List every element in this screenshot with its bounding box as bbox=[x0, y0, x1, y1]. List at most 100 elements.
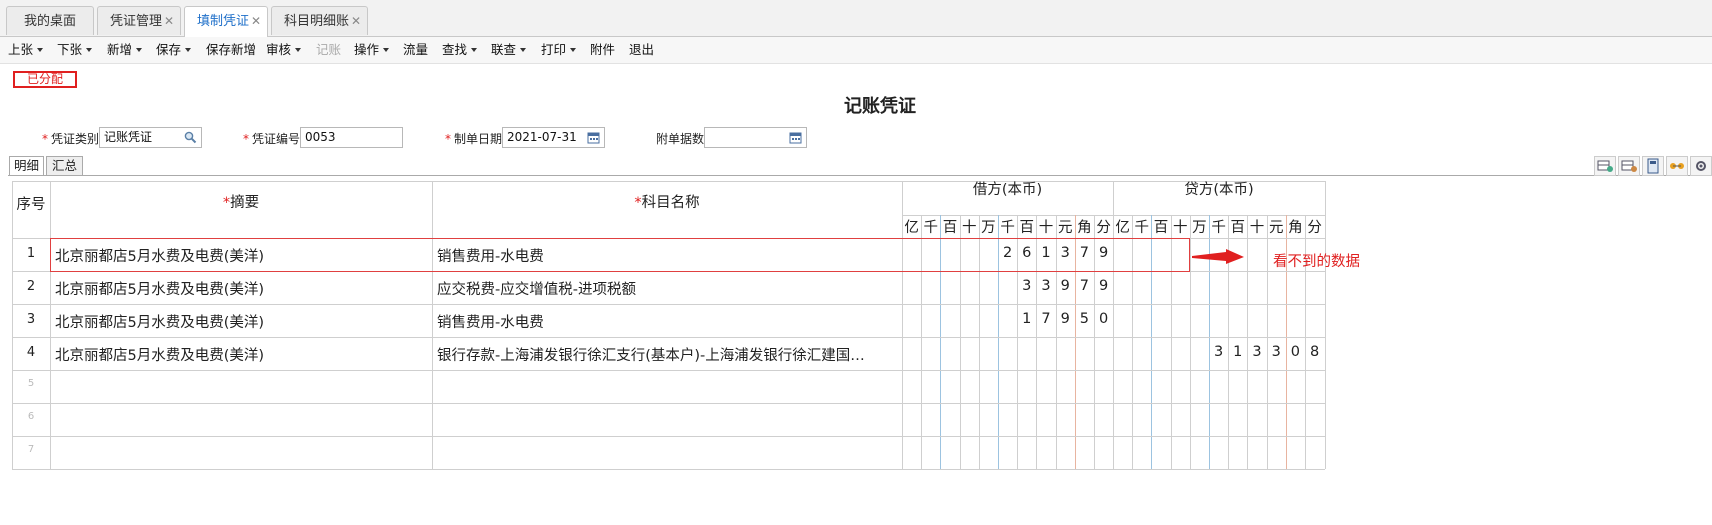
settings-icon[interactable] bbox=[1690, 156, 1712, 176]
row-number: 7 bbox=[27, 444, 35, 455]
tab-label: 凭证管理 bbox=[110, 14, 163, 29]
audit-button[interactable]: 审核 bbox=[266, 37, 302, 63]
post-button[interactable]: 记账 bbox=[316, 37, 341, 63]
account-cell: 销售费用-水电费 bbox=[437, 315, 544, 331]
amount-unit-header: 角 bbox=[1077, 220, 1092, 236]
amount-unit-header: 分 bbox=[1307, 220, 1322, 236]
close-icon[interactable]: ✕ bbox=[162, 7, 176, 36]
save-button[interactable]: 保存 bbox=[156, 37, 192, 63]
balance-icon[interactable] bbox=[1666, 156, 1688, 176]
new-button[interactable]: 新增 bbox=[107, 37, 143, 63]
delete-row-icon[interactable] bbox=[1618, 156, 1640, 176]
summary-cell: 北京丽都店5月水费及电费(美洋) bbox=[55, 315, 265, 331]
search-icon[interactable] bbox=[184, 131, 197, 144]
amount-unit-header: 百 bbox=[1230, 220, 1246, 236]
subtab-summary[interactable]: 汇总 bbox=[46, 156, 83, 175]
caret-down-icon bbox=[86, 48, 93, 52]
row-number: 6 bbox=[27, 411, 35, 422]
close-icon[interactable]: ✕ bbox=[249, 7, 263, 36]
amount-unit-header: 十 bbox=[1172, 220, 1188, 236]
calendar-icon[interactable] bbox=[587, 131, 600, 144]
amount-unit-header: 元 bbox=[1057, 220, 1073, 236]
amount-digit: 9 bbox=[1098, 278, 1109, 294]
tab-label: 填制凭证 bbox=[197, 14, 250, 29]
amount-unit-header: 亿 bbox=[1115, 220, 1130, 236]
tab-fill-voucher[interactable]: 填制凭证 ✕ bbox=[184, 6, 268, 37]
flow-button[interactable]: 流量 bbox=[403, 37, 428, 63]
highlight-box bbox=[50, 238, 1190, 272]
attachment-button[interactable]: 附件 bbox=[590, 37, 615, 63]
number-field[interactable]: 0053 bbox=[300, 127, 403, 148]
amount-digit: 3 bbox=[1041, 278, 1051, 294]
grid-toolbar bbox=[1594, 156, 1712, 176]
subtab-detail[interactable]: 明细 bbox=[9, 156, 44, 175]
amount-digit: 3 bbox=[1213, 344, 1224, 360]
summary-cell: 北京丽都店5月水费及电费(美洋) bbox=[55, 282, 265, 298]
date-label: * 制单日期 bbox=[445, 132, 503, 146]
caret-down-icon bbox=[471, 48, 478, 52]
account-cell: 应交税费-应交增值税-进项税额 bbox=[437, 282, 636, 298]
amount-unit-header: 万 bbox=[1192, 220, 1207, 236]
close-icon[interactable]: ✕ bbox=[349, 7, 363, 36]
amount-unit-header: 角 bbox=[1288, 220, 1303, 236]
linked-query-button[interactable]: 联查 bbox=[491, 37, 527, 63]
operate-button[interactable]: 操作 bbox=[354, 37, 390, 63]
amount-unit-header: 元 bbox=[1268, 220, 1284, 236]
tab-label: 我的桌面 bbox=[23, 14, 76, 29]
amount-unit-header: 十 bbox=[961, 220, 977, 236]
date-field[interactable]: 2021-07-31 bbox=[502, 127, 605, 148]
amount-unit-header: 百 bbox=[942, 220, 958, 236]
amount-unit-header: 千 bbox=[1211, 220, 1226, 236]
debit-header: 借方(本币) bbox=[972, 182, 1043, 198]
arrow-right-icon bbox=[1192, 249, 1244, 264]
amount-unit-header: 百 bbox=[1153, 220, 1169, 236]
caret-down-icon bbox=[136, 48, 143, 52]
amount-digit: 3 bbox=[1252, 344, 1262, 360]
toolbar: 上张 下张 新增 保存 保存新增 审核 记账 操作 流量 查找 联查 打印 附件… bbox=[0, 37, 1712, 64]
calendar-icon[interactable] bbox=[789, 131, 802, 144]
print-button[interactable]: 打印 bbox=[541, 37, 577, 63]
account-cell: 银行存款-上海浦发银行徐汇支行(基本户)-上海浦发银行徐汇建国… bbox=[437, 348, 865, 364]
amount-digit: 7 bbox=[1079, 278, 1089, 294]
tab-my-desktop[interactable]: 我的桌面 bbox=[6, 6, 94, 35]
calculator-icon[interactable] bbox=[1642, 156, 1664, 176]
prev-button[interactable]: 上张 bbox=[8, 37, 44, 63]
amount-unit-header: 千 bbox=[923, 220, 939, 236]
subtab-divider bbox=[8, 175, 1712, 176]
save-and-new-button[interactable]: 保存新增 bbox=[206, 37, 256, 63]
annotation-text: 看不到的数据 bbox=[1273, 254, 1360, 270]
attachment-count-label: 附单据数 bbox=[656, 132, 705, 146]
amount-digit: 1 bbox=[1022, 311, 1032, 327]
seq-header: 序号 bbox=[16, 197, 46, 213]
caret-down-icon bbox=[520, 48, 527, 52]
next-button[interactable]: 下张 bbox=[57, 37, 93, 63]
amount-digit: 0 bbox=[1290, 344, 1300, 360]
amount-digit: 1 bbox=[1233, 344, 1243, 360]
amount-unit-header: 百 bbox=[1019, 220, 1035, 236]
status-badge: 已分配 bbox=[13, 71, 77, 88]
caret-down-icon bbox=[37, 48, 44, 52]
row-number: 3 bbox=[26, 312, 36, 327]
amount-unit-header: 亿 bbox=[904, 220, 919, 236]
voucher-title: 记账凭证 bbox=[844, 96, 916, 117]
tab-voucher-management[interactable]: 凭证管理 ✕ bbox=[97, 6, 181, 35]
insert-row-icon[interactable] bbox=[1594, 156, 1616, 176]
amount-unit-header: 十 bbox=[1038, 220, 1054, 236]
category-field[interactable]: 记账凭证 bbox=[99, 127, 202, 148]
tab-account-detail-ledger[interactable]: 科目明细账 ✕ bbox=[271, 6, 368, 35]
row-number: 1 bbox=[26, 246, 36, 261]
caret-down-icon bbox=[295, 48, 302, 52]
row-number: 5 bbox=[27, 378, 35, 389]
exit-button[interactable]: 退出 bbox=[629, 37, 654, 63]
amount-digit: 3 bbox=[1271, 344, 1281, 360]
category-label: * 凭证类别 bbox=[42, 132, 100, 146]
amount-digit: 9 bbox=[1060, 278, 1070, 294]
number-label: * 凭证编号 bbox=[243, 132, 301, 146]
attachment-count-field[interactable] bbox=[704, 127, 807, 148]
account-header: *科目名称 bbox=[634, 195, 700, 211]
tab-bar: 我的桌面 凭证管理 ✕ 填制凭证 ✕ 科目明细账 ✕ bbox=[0, 0, 1712, 37]
amount-digit: 0 bbox=[1098, 311, 1109, 327]
row-number: 2 bbox=[26, 279, 36, 294]
find-button[interactable]: 查找 bbox=[442, 37, 478, 63]
amount-digit: 9 bbox=[1060, 311, 1070, 327]
